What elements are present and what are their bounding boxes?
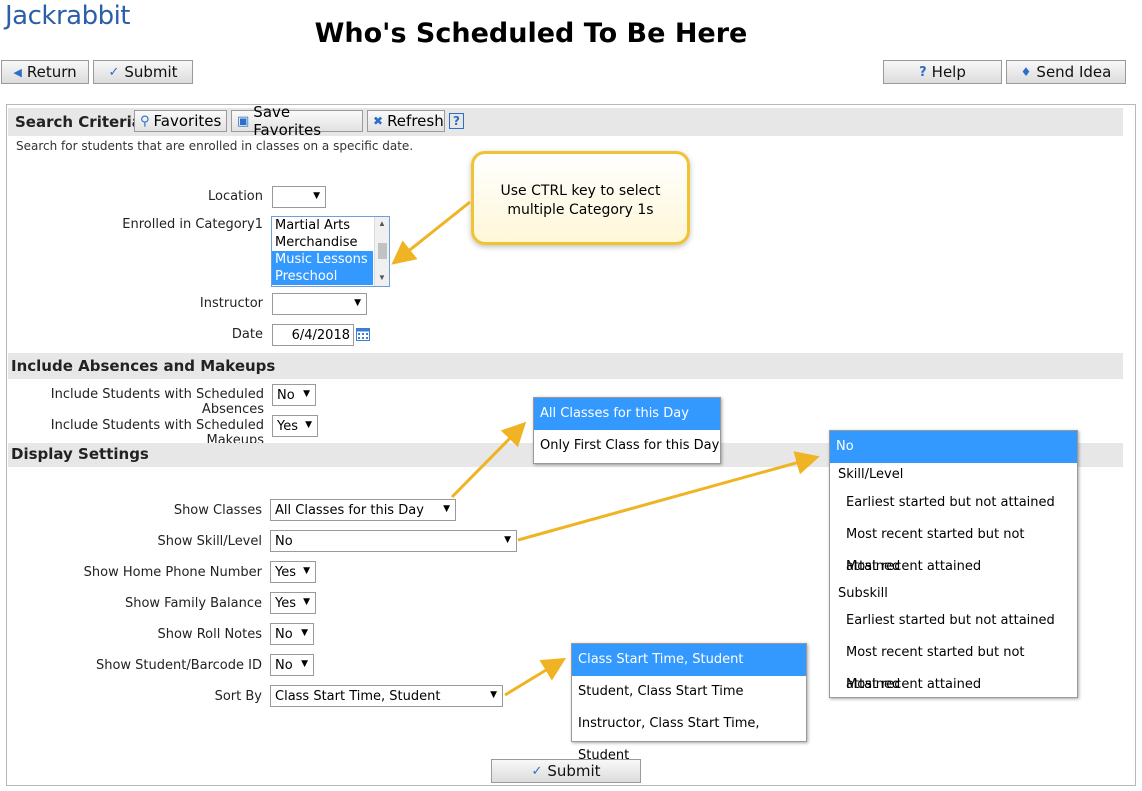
skill-arrow (517, 451, 820, 542)
checkmark-icon: ✓ (531, 763, 543, 779)
footer-submit-label: Submit (547, 762, 601, 780)
classes-arrow (450, 421, 527, 499)
footer-submit-button[interactable]: ✓ Submit (491, 759, 641, 783)
annotation-arrows (391, 200, 820, 697)
callout-arrow (391, 200, 471, 265)
sort-arrow (504, 657, 567, 697)
